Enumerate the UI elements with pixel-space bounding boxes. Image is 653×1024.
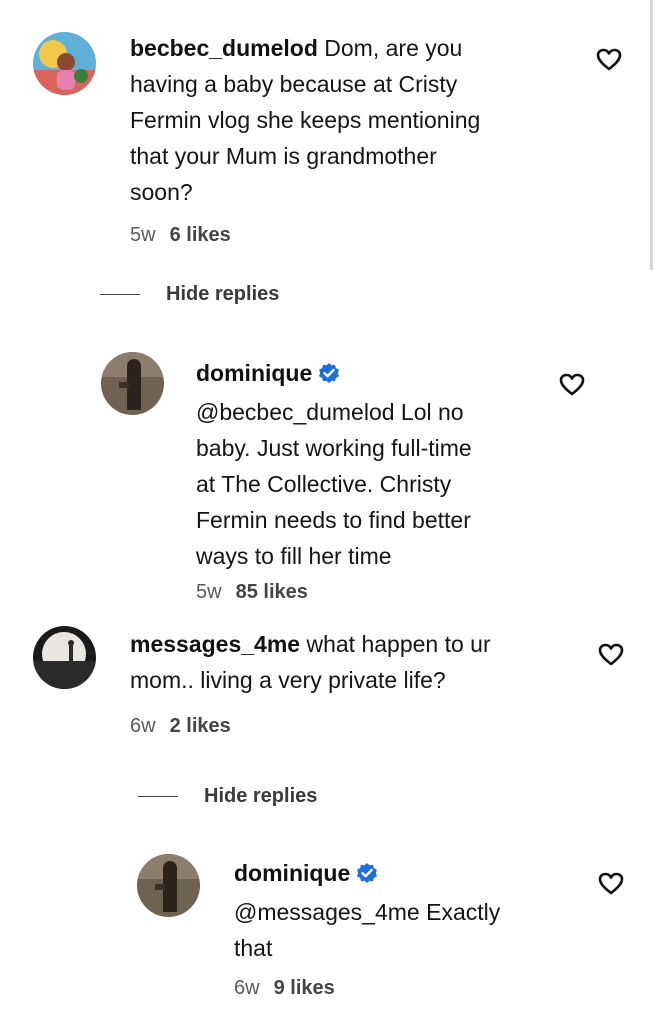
username[interactable]: becbec_dumelod — [130, 35, 318, 61]
avatar[interactable] — [33, 32, 96, 95]
comment-text: dominique @becbec_dumelod Lol no baby. J… — [196, 355, 556, 574]
comment-age: 5w — [196, 581, 222, 603]
heart-outline-icon[interactable] — [596, 48, 622, 72]
avatar[interactable] — [101, 352, 164, 415]
username[interactable]: dominique — [196, 360, 312, 386]
heart-outline-icon[interactable] — [598, 872, 624, 896]
hide-replies-label[interactable]: Hide replies — [166, 283, 279, 305]
hide-replies-button[interactable]: Hide replies — [138, 785, 317, 808]
comment-line: soon? — [130, 179, 193, 205]
heart-outline-icon[interactable] — [598, 643, 624, 667]
comment-line: baby. Just working full-time — [196, 435, 472, 461]
comment-text: becbec_dumelod Dom, are you having a bab… — [130, 30, 580, 210]
comment-line: mom.. living a very private life? — [130, 667, 446, 693]
comment-line: @becbec_dumelod Lol no — [196, 399, 464, 425]
comment-meta: 5w 6 likes — [130, 224, 231, 247]
comment-text: messages_4me what happen to ur mom.. liv… — [130, 626, 600, 698]
comment-meta: 6w 2 likes — [130, 715, 231, 738]
comment-line: @messages_4me Exactly — [234, 899, 501, 925]
avatar[interactable] — [137, 854, 200, 917]
comment-age: 6w — [234, 977, 260, 999]
comment-line: Fermin vlog she keeps mentioning — [130, 107, 481, 133]
divider-line — [100, 294, 140, 296]
comment-age: 5w — [130, 224, 156, 246]
comment-line: at The Collective. Christy — [196, 471, 452, 497]
hide-replies-label[interactable]: Hide replies — [204, 785, 317, 807]
verified-badge-icon — [356, 858, 378, 894]
username[interactable]: messages_4me — [130, 631, 300, 657]
comment-line: that — [234, 935, 273, 961]
heart-outline-icon[interactable] — [559, 373, 585, 397]
comment-first-line: Dom, are you — [324, 35, 463, 61]
comment-line: that your Mum is grandmother — [130, 143, 437, 169]
verified-badge-icon — [318, 358, 340, 394]
comment-line: having a baby because at Cristy — [130, 71, 458, 97]
comment-meta: 6w 9 likes — [234, 977, 335, 1000]
like-count[interactable]: 6 likes — [170, 224, 231, 246]
divider-line — [138, 796, 178, 798]
comment-meta: 5w 85 likes — [196, 581, 308, 604]
comment-line: ways to fill her time — [196, 543, 392, 569]
username[interactable]: dominique — [234, 860, 350, 886]
like-count[interactable]: 2 likes — [170, 715, 231, 737]
comment-text: dominique @messages_4me Exactly that — [234, 855, 594, 966]
like-count[interactable]: 9 likes — [274, 977, 335, 999]
comment-age: 6w — [130, 715, 156, 737]
comment-first-line: what happen to ur — [306, 631, 491, 657]
comment-line: Fermin needs to find better — [196, 507, 471, 533]
hide-replies-button[interactable]: Hide replies — [100, 283, 279, 306]
avatar[interactable] — [33, 626, 96, 689]
like-count[interactable]: 85 likes — [236, 581, 308, 603]
